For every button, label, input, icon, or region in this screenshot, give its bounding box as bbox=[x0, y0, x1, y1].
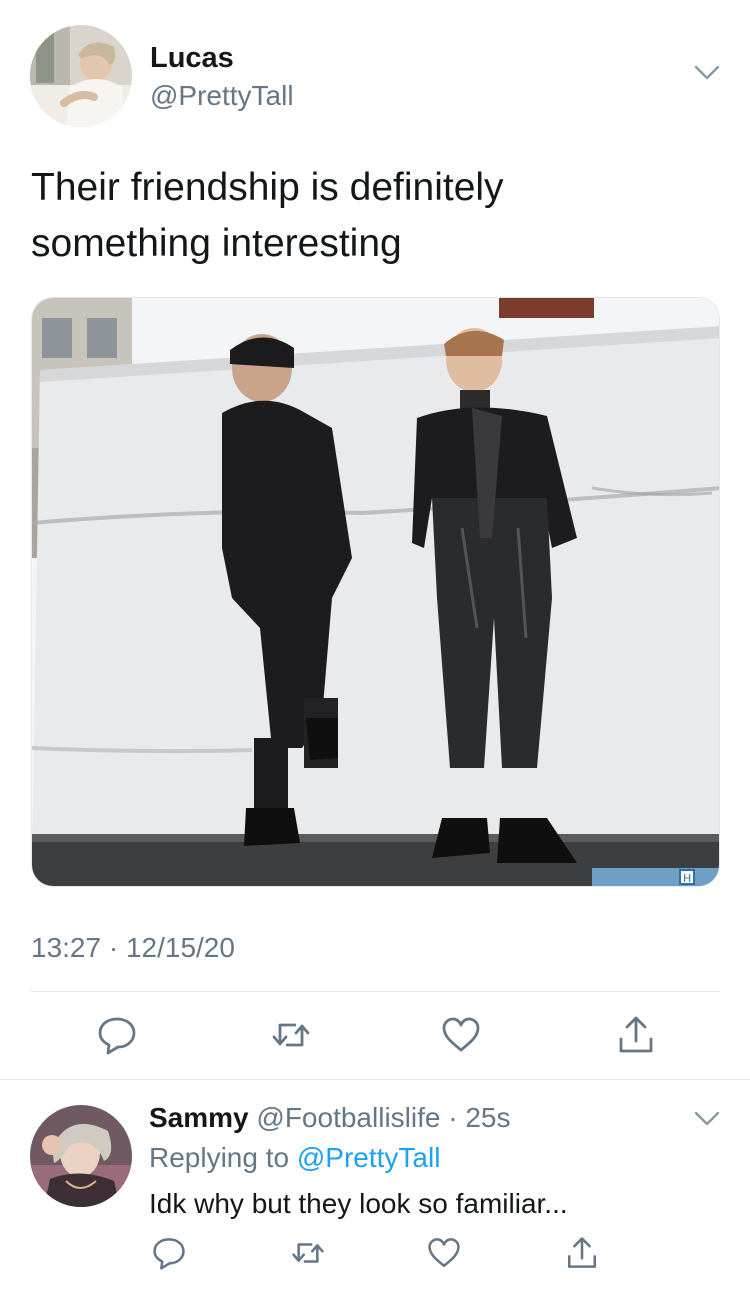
reply-text: Idk why but they look so familiar... bbox=[149, 1188, 568, 1219]
chevron-down-icon[interactable] bbox=[694, 1110, 720, 1128]
reply-header: Sammy @Footballislife · 25s bbox=[149, 1102, 511, 1134]
share-icon[interactable] bbox=[565, 1236, 599, 1270]
tweet-text: Their friendship is definitely something… bbox=[31, 160, 711, 272]
divider bbox=[31, 991, 720, 992]
replying-mention-link[interactable]: @PrettyTall bbox=[297, 1142, 441, 1173]
tweet-text-line: something interesting bbox=[31, 222, 402, 265]
chevron-down-icon[interactable] bbox=[694, 64, 720, 82]
replying-to: Replying to @PrettyTall bbox=[149, 1142, 440, 1174]
media-badge: H bbox=[683, 872, 691, 885]
heart-icon[interactable] bbox=[441, 1015, 481, 1055]
author-avatar[interactable] bbox=[30, 25, 132, 127]
replying-prefix: Replying to bbox=[149, 1142, 297, 1173]
reply-time: 25s bbox=[465, 1102, 511, 1133]
reply-author-avatar[interactable] bbox=[30, 1105, 132, 1207]
speech-bubble-icon[interactable] bbox=[152, 1236, 186, 1270]
author-name[interactable]: Lucas bbox=[150, 42, 234, 75]
reply-author-name[interactable]: Sammy bbox=[149, 1102, 249, 1133]
reply-actions bbox=[0, 1236, 750, 1270]
retweet-icon[interactable] bbox=[290, 1236, 324, 1270]
reply-separator: · bbox=[440, 1102, 466, 1133]
tweet-text-line: Their friendship is definitely bbox=[31, 166, 504, 209]
tweet-actions bbox=[0, 1015, 750, 1055]
heart-icon[interactable] bbox=[427, 1236, 461, 1270]
main-tweet: Lucas @PrettyTall Their friendship is de… bbox=[0, 0, 750, 1080]
share-icon[interactable] bbox=[616, 1015, 656, 1055]
tweet-timestamp[interactable]: 13:27 · 12/15/20 bbox=[31, 932, 235, 964]
tweet-photo[interactable]: H bbox=[31, 297, 720, 887]
author-handle[interactable]: @PrettyTall bbox=[150, 80, 294, 112]
speech-bubble-icon[interactable] bbox=[97, 1015, 137, 1055]
reply-author-handle[interactable]: @Footballislife bbox=[256, 1102, 440, 1133]
retweet-icon[interactable] bbox=[270, 1015, 310, 1055]
